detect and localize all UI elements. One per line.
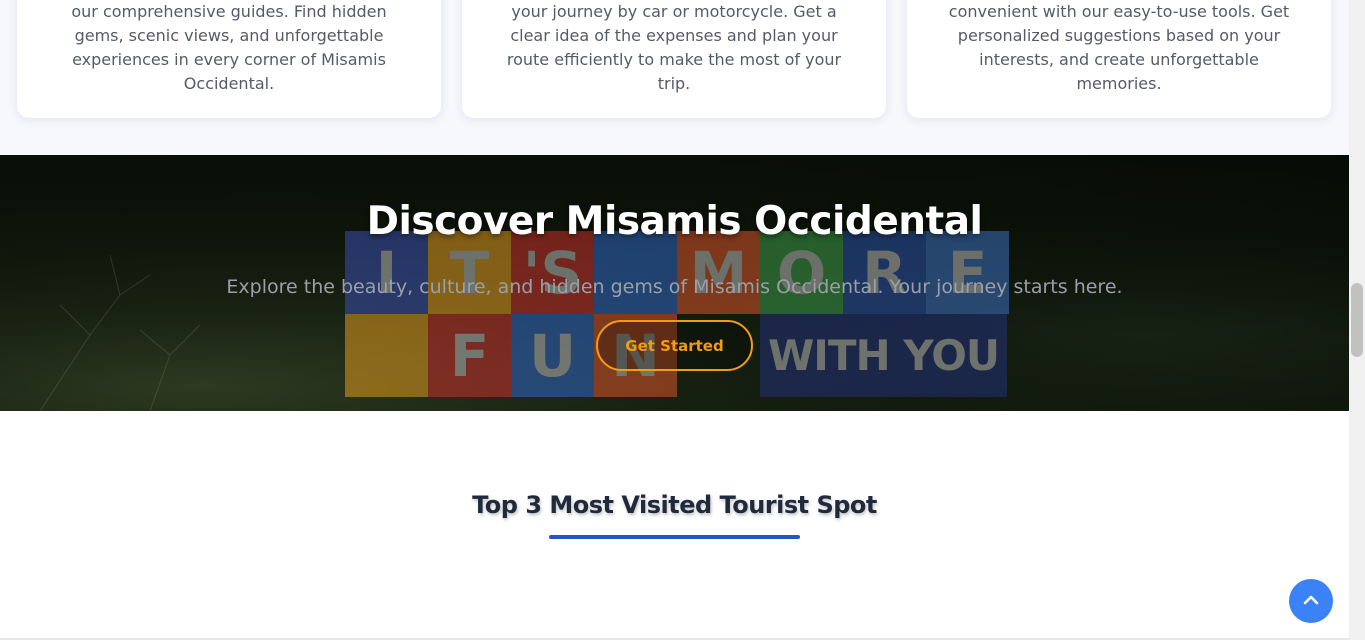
features-section: our comprehensive guides. Find hidden ge…: [0, 0, 1349, 155]
more-fun-logo-image: I T 'S M O R E F U N WITH YOU: [345, 231, 1009, 397]
logo-tile: [345, 314, 428, 397]
section-title-underline: [549, 535, 800, 539]
feature-card-text: convenient with our easy-to-use tools. G…: [948, 2, 1290, 93]
get-started-button[interactable]: Get Started: [596, 320, 753, 371]
section-title: Top 3 Most Visited Tourist Spot: [472, 491, 877, 519]
logo-tagline: WITH YOU: [760, 314, 1007, 397]
hero-banner: I T 'S M O R E F U N WITH YOU Discover Misamis Occ…: [0, 155, 1349, 411]
page: our comprehensive guides. Find hidden ge…: [0, 0, 1349, 640]
feature-card-guides: our comprehensive guides. Find hidden ge…: [17, 0, 441, 118]
feature-card-tools: convenient with our easy-to-use tools. G…: [907, 0, 1331, 118]
feature-card-text: your journey by car or motorcycle. Get a…: [506, 2, 842, 93]
logo-tile: U: [511, 314, 594, 397]
hero-title: Discover Misamis Occidental: [366, 199, 983, 244]
feature-card-route: your journey by car or motorcycle. Get a…: [462, 0, 886, 118]
hero-subtitle: Explore the beauty, culture, and hidden …: [226, 276, 1123, 298]
chevron-up-icon: [1303, 595, 1319, 605]
feature-card-text: our comprehensive guides. Find hidden ge…: [71, 2, 387, 93]
back-to-top-button[interactable]: [1289, 579, 1333, 623]
logo-tile: F: [428, 314, 511, 397]
scrollbar-thumb[interactable]: [1351, 283, 1363, 357]
